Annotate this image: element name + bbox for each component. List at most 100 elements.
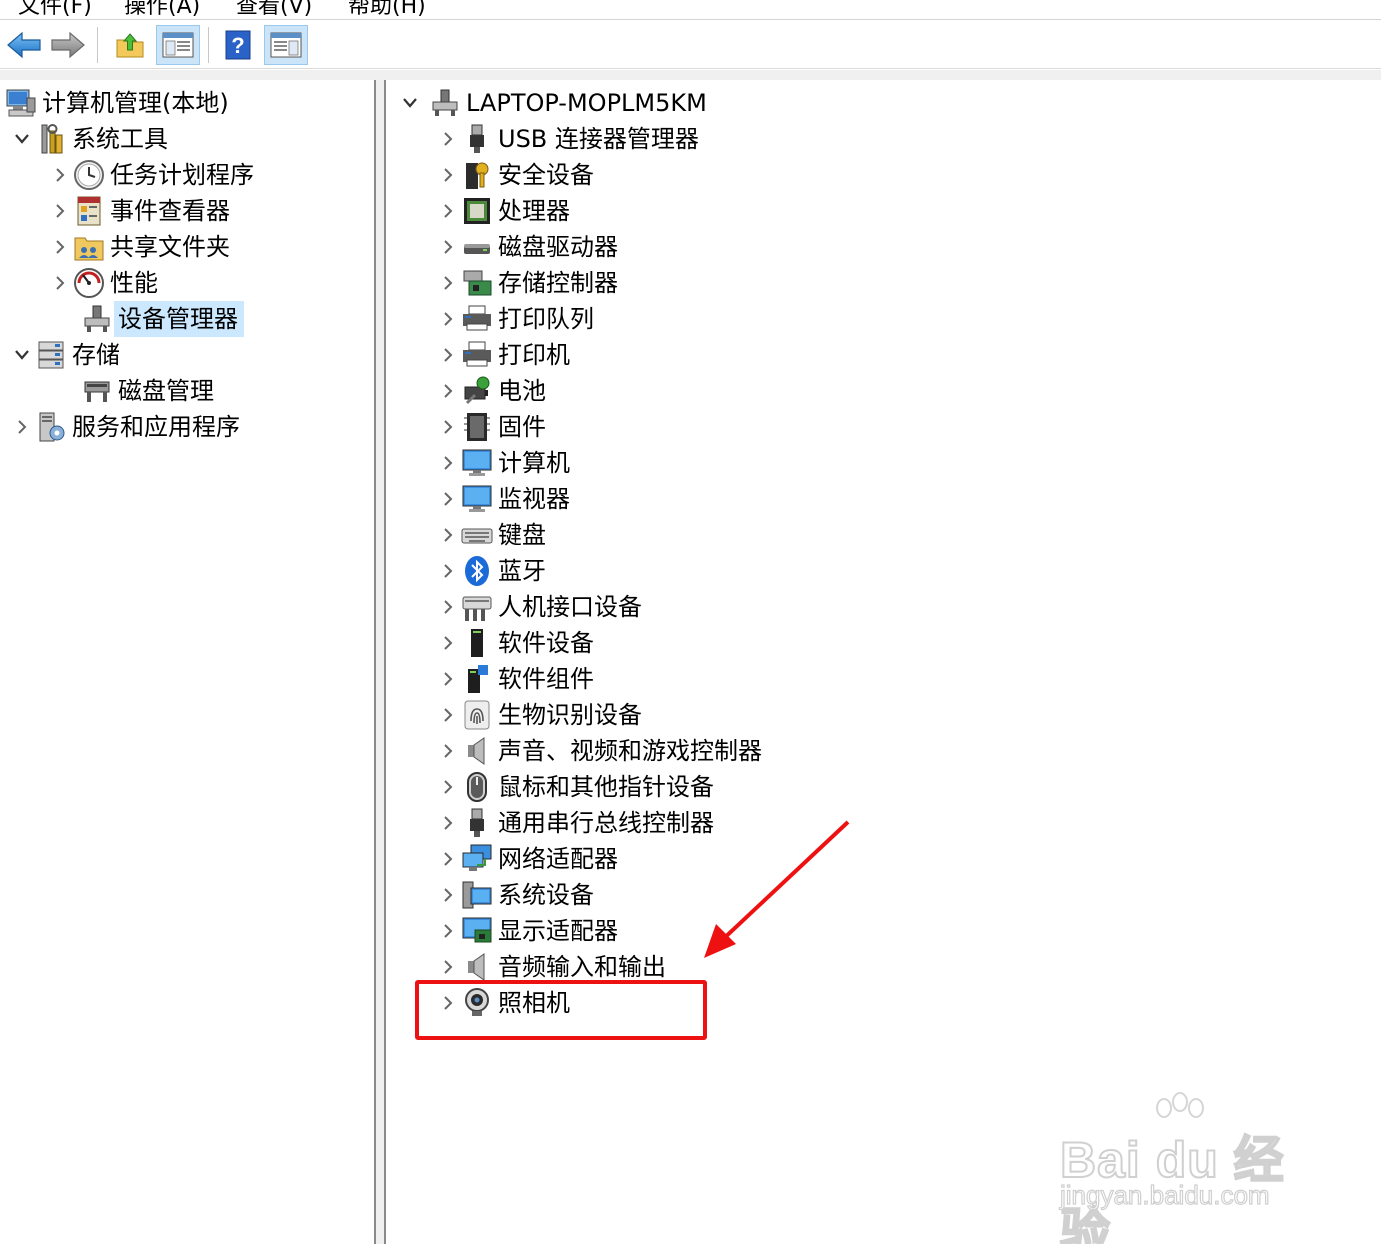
chevron-right-icon[interactable] — [436, 121, 460, 157]
menu-action[interactable]: 操作(A) — [124, 0, 200, 20]
chevron-right-icon[interactable] — [436, 553, 460, 589]
annotation-arrow-icon — [704, 820, 850, 958]
chevron-right-icon[interactable] — [436, 877, 460, 913]
device-category-label: 计算机 — [498, 449, 570, 477]
device-category-item[interactable]: 蓝牙 — [436, 553, 552, 589]
highlight-box — [415, 980, 707, 1040]
device-category-item[interactable]: 生物识别设备 — [436, 697, 648, 733]
chevron-right-icon[interactable] — [48, 229, 72, 265]
menu-view[interactable]: 查看(V) — [236, 0, 312, 20]
tree-item-task-scheduler[interactable]: 任务计划程序 — [48, 157, 260, 193]
back-button[interactable] — [2, 25, 46, 65]
device-category-item[interactable]: 固件 — [436, 409, 552, 445]
chevron-right-icon[interactable] — [436, 733, 460, 769]
chevron-right-icon[interactable] — [436, 445, 460, 481]
chevron-down-icon[interactable] — [10, 337, 34, 373]
tree-label: 性能 — [110, 269, 158, 297]
chevron-right-icon[interactable] — [10, 409, 34, 445]
chevron-right-icon[interactable] — [436, 913, 460, 949]
chevron-right-icon[interactable] — [436, 805, 460, 841]
chevron-right-icon[interactable] — [48, 265, 72, 301]
chevron-right-icon[interactable] — [436, 661, 460, 697]
device-category-item[interactable]: 软件设备 — [436, 625, 600, 661]
chevron-right-icon[interactable] — [436, 481, 460, 517]
tree-item-disk-management[interactable]: 磁盘管理 — [80, 373, 220, 409]
chevron-down-icon[interactable] — [10, 121, 34, 157]
software-device-icon — [460, 626, 494, 660]
chevron-right-icon[interactable] — [436, 265, 460, 301]
pane-splitter[interactable] — [374, 80, 386, 1244]
chevron-right-icon[interactable] — [48, 193, 72, 229]
device-category-item[interactable]: 人机接口设备 — [436, 589, 648, 625]
help-button[interactable]: ? — [216, 25, 260, 65]
action-pane-icon — [270, 32, 302, 58]
device-category-label: 显示适配器 — [498, 917, 618, 945]
device-category-item[interactable]: 磁盘驱动器 — [436, 229, 624, 265]
device-category-item[interactable]: 打印机 — [436, 337, 576, 373]
clock-icon — [72, 158, 106, 192]
pane-top-border — [0, 70, 1381, 80]
device-category-item[interactable]: 打印队列 — [436, 301, 600, 337]
menu-file[interactable]: 文件(F) — [18, 0, 92, 20]
device-category-item[interactable]: 声音、视频和游戏控制器 — [436, 733, 768, 769]
show-hide-console-tree-button[interactable] — [156, 25, 200, 65]
tree-item-computer-management[interactable]: 计算机管理(本地) — [4, 85, 235, 121]
performance-gauge-icon — [72, 266, 106, 300]
device-category-item[interactable]: 监视器 — [436, 481, 576, 517]
menu-divider — [0, 19, 1381, 20]
chevron-right-icon[interactable] — [436, 697, 460, 733]
tree-item-shared-folders[interactable]: 共享文件夹 — [48, 229, 236, 265]
device-category-item[interactable]: 显示适配器 — [436, 913, 624, 949]
device-category-label: 电池 — [498, 377, 546, 405]
chevron-right-icon[interactable] — [436, 157, 460, 193]
chevron-right-icon[interactable] — [436, 193, 460, 229]
device-category-item[interactable]: 键盘 — [436, 517, 552, 553]
device-category-item[interactable]: 鼠标和其他指针设备 — [436, 769, 720, 805]
device-category-item[interactable]: 网络适配器 — [436, 841, 624, 877]
device-category-label: 打印队列 — [498, 305, 594, 333]
device-category-item[interactable]: 计算机 — [436, 445, 576, 481]
show-hide-action-pane-button[interactable] — [264, 25, 308, 65]
device-category-item[interactable]: 系统设备 — [436, 877, 600, 913]
computer-icon — [460, 446, 494, 480]
up-button[interactable] — [108, 25, 152, 65]
tree-item-services-and-applications[interactable]: 服务和应用程序 — [10, 409, 246, 445]
computer-name-label: LAPTOP-MOPLM5KM — [466, 89, 707, 117]
chevron-right-icon[interactable] — [436, 409, 460, 445]
tree-item-system-tools[interactable]: 系统工具 — [10, 121, 174, 157]
device-category-item[interactable]: 电池 — [436, 373, 552, 409]
chevron-right-icon[interactable] — [48, 157, 72, 193]
device-category-label: 处理器 — [498, 197, 570, 225]
chevron-right-icon[interactable] — [436, 625, 460, 661]
chevron-right-icon[interactable] — [436, 229, 460, 265]
software-component-icon — [460, 662, 494, 696]
device-category-label: 蓝牙 — [498, 557, 546, 585]
device-category-item[interactable]: 通用串行总线控制器 — [436, 805, 720, 841]
chevron-right-icon[interactable] — [436, 373, 460, 409]
chevron-right-icon[interactable] — [436, 301, 460, 337]
device-category-item[interactable]: 安全设备 — [436, 157, 600, 193]
device-category-item[interactable]: 软件组件 — [436, 661, 600, 697]
chevron-right-icon[interactable] — [436, 337, 460, 373]
chevron-right-icon[interactable] — [436, 841, 460, 877]
device-category-item[interactable]: USB 连接器管理器 — [436, 121, 705, 157]
chevron-down-icon[interactable] — [398, 85, 422, 121]
usb-controller-icon — [460, 806, 494, 840]
tree-item-device-manager[interactable]: 设备管理器 — [80, 301, 244, 337]
tree-item-performance[interactable]: 性能 — [48, 265, 164, 301]
toolbar: ? — [0, 21, 1381, 69]
forward-button[interactable] — [46, 25, 90, 65]
device-category-label: 生物识别设备 — [498, 701, 642, 729]
device-category-label: 监视器 — [498, 485, 570, 513]
menu-help[interactable]: 帮助(H) — [348, 0, 426, 20]
chevron-right-icon[interactable] — [436, 517, 460, 553]
chevron-right-icon[interactable] — [436, 589, 460, 625]
chevron-right-icon[interactable] — [436, 769, 460, 805]
device-tree-root[interactable]: LAPTOP-MOPLM5KM — [398, 85, 713, 121]
device-category-item[interactable]: 存储控制器 — [436, 265, 624, 301]
device-category-label: 软件设备 — [498, 629, 594, 657]
tree-item-event-viewer[interactable]: 事件查看器 — [48, 193, 236, 229]
tree-item-storage[interactable]: 存储 — [10, 337, 126, 373]
device-category-item[interactable]: 处理器 — [436, 193, 576, 229]
device-category-label: 磁盘驱动器 — [498, 233, 618, 261]
